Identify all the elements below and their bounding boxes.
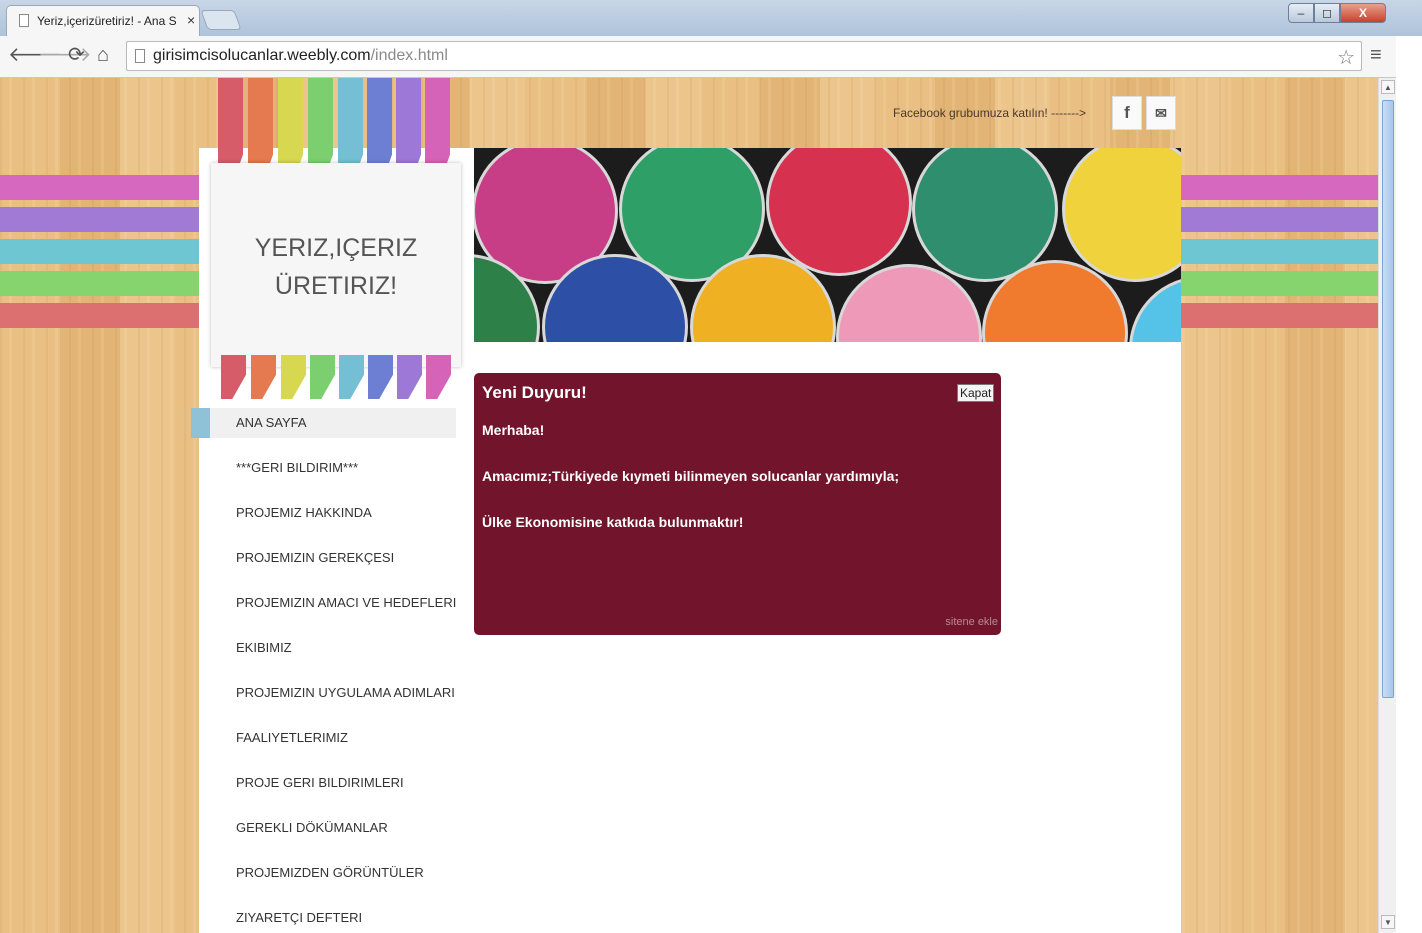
ribbon — [367, 78, 392, 176]
facebook-glyph: f — [1124, 103, 1130, 122]
nav-item-ana-sayfa[interactable]: ANA SAYFA — [191, 408, 456, 438]
site-title-line2: ÜRETIRIZ! — [274, 272, 398, 300]
nav-item-amaci-ve-hedefleri[interactable]: PROJEMIZIN AMACI VE HEDEFLERI — [199, 588, 456, 618]
window-edge — [1396, 36, 1422, 933]
new-tab-button[interactable] — [200, 10, 242, 30]
bookmark-star-icon[interactable]: ☆ — [1337, 45, 1355, 70]
scroll-up-arrow[interactable]: ▲ — [1381, 80, 1395, 94]
nav-item-label: PROJEMIZIN AMACI VE HEDEFLERI — [236, 595, 457, 610]
ribbon — [308, 78, 333, 176]
announcement-title: Yeni Duyuru! — [482, 383, 587, 402]
browser-tab[interactable]: Yeriz,içerizüretiriz! - Ana S × — [6, 5, 200, 36]
window-controls: – ◻ X — [1288, 3, 1386, 23]
nav-item-proje-geri-bildirimleri[interactable]: PROJE GERI BILDIRIMLERI — [199, 768, 456, 798]
tab-close-icon[interactable]: × — [187, 13, 195, 27]
nav-item-gerekli-dokumanlar[interactable]: GEREKLI DÖKÜMANLAR — [199, 813, 456, 843]
home-icon[interactable]: ⌂ — [97, 44, 109, 66]
announcement-box: Yeni Duyuru! Kapat Merhaba! Amacımız;Tür… — [474, 373, 1001, 635]
nav-item-projemiz-hakkinda[interactable]: PROJEMIZ HAKKINDA — [199, 498, 456, 528]
browser-toolbar: 🡐 🡒 ⟳ ⌂ girisimcisolucanlar.weebly.com/i… — [0, 36, 1422, 78]
site-title-line1: YERIZ,IÇERIZ — [254, 234, 418, 262]
paint-pot — [1129, 276, 1181, 342]
ribbon — [278, 78, 303, 176]
nav-item-geri-bildirim[interactable]: ***GERI BILDIRIM*** — [199, 453, 456, 483]
nav-item-ziyaretci-defteri[interactable]: ZIYARETÇI DEFTERI — [199, 903, 456, 933]
tab-title: Yeriz,içerizüretiriz! - Ana S — [37, 14, 177, 28]
reload-icon[interactable]: ⟳ — [68, 44, 85, 66]
site-container: YERIZ,IÇERIZ ÜRETIRIZ! ANA SAYFA ***GERI… — [191, 78, 1181, 933]
mail-icon[interactable]: ✉ — [1146, 96, 1176, 130]
nav-item-label: ZIYARETÇI DEFTERI — [236, 910, 363, 925]
mail-glyph: ✉ — [1155, 105, 1167, 121]
close-window-button[interactable]: X — [1340, 3, 1386, 23]
paint-pot — [766, 148, 912, 276]
minimize-button[interactable]: – — [1288, 3, 1314, 23]
chrome-menu-icon[interactable]: ≡ — [1370, 44, 1382, 67]
scrollbar-thumb[interactable] — [1382, 100, 1394, 698]
nav-item-label: PROJEMIZ HAKKINDA — [236, 505, 372, 520]
ribbon — [425, 78, 450, 176]
nav-item-label: PROJEMIZIN UYGULAMA ADIMLARI — [236, 685, 455, 700]
nav-item-label: FAALIYETLERIMIZ — [236, 730, 348, 745]
header-image-paint-pots — [474, 148, 1181, 342]
announcement-footer-link[interactable]: sitene ekle — [945, 616, 998, 628]
maximize-button[interactable]: ◻ — [1314, 3, 1340, 23]
ribbon — [248, 78, 273, 176]
ribbon — [281, 355, 306, 399]
ribbon — [368, 355, 393, 399]
url-host: girisimcisolucanlar.weebly.com — [153, 47, 371, 64]
facebook-group-prompt: Facebook grubumuza katılın! -------> — [893, 106, 1087, 120]
ribbon — [426, 355, 451, 399]
nav-item-projemizin-gerekcesi[interactable]: PROJEMIZIN GEREKÇESI — [199, 543, 456, 573]
nav-item-label: EKIBIMIZ — [236, 640, 292, 655]
scroll-down-arrow[interactable]: ▼ — [1381, 915, 1395, 929]
site-title[interactable]: YERIZ,IÇERIZ ÜRETIRIZ! — [211, 229, 461, 305]
announcement-text: Amacımız;Türkiyede kıymeti bilinmeyen so… — [482, 468, 900, 484]
ribbon — [251, 355, 276, 399]
vertical-scrollbar[interactable]: ▲ ▼ — [1378, 78, 1396, 933]
nav-item-projemizden-goruntuler[interactable]: PROJEMIZDEN GÖRÜNTÜLER — [199, 858, 456, 888]
nav-item-uygulama-adimlari[interactable]: PROJEMIZIN UYGULAMA ADIMLARI — [199, 678, 456, 708]
page-icon — [135, 49, 145, 63]
ribbon — [338, 78, 363, 176]
ribbon — [310, 355, 335, 399]
facebook-icon[interactable]: f — [1112, 96, 1142, 130]
ribbon — [218, 78, 243, 176]
announcement-text: Ülke Ekonomisine katkıda bulunmaktır! — [482, 514, 744, 530]
nav-item-label: GEREKLI DÖKÜMANLAR — [236, 820, 388, 835]
ribbon — [396, 78, 421, 176]
page-icon — [19, 14, 29, 27]
nav-item-label: ***GERI BILDIRIM*** — [236, 460, 359, 475]
nav-item-label: PROJEMIZIN GEREKÇESI — [236, 550, 395, 565]
ribbon — [221, 355, 246, 399]
url-text: girisimcisolucanlar.weebly.com/index.htm… — [153, 47, 448, 65]
page-viewport: Facebook grubumuza katılın! -------> f ✉ — [0, 78, 1378, 933]
browser-titlebar: Yeriz,içerizüretiriz! - Ana S × – ◻ X — [0, 0, 1422, 36]
announcement-greeting: Merhaba! — [482, 422, 545, 438]
nav-item-faaliyetlerimiz[interactable]: FAALIYETLERIMIZ — [199, 723, 456, 753]
site-logo-card[interactable]: YERIZ,IÇERIZ ÜRETIRIZ! — [211, 163, 461, 367]
ribbon — [397, 355, 422, 399]
nav-item-label: ANA SAYFA — [236, 415, 307, 430]
active-indicator — [191, 408, 210, 438]
ribbon — [339, 355, 364, 399]
nav-item-ekibimiz[interactable]: EKIBIMIZ — [199, 633, 456, 663]
address-bar[interactable]: girisimcisolucanlar.weebly.com/index.htm… — [126, 41, 1362, 71]
paint-pot — [1062, 148, 1181, 282]
announcement-close-button[interactable]: Kapat — [957, 384, 995, 402]
url-path: /index.html — [370, 47, 448, 64]
nav-item-label: PROJE GERI BILDIRIMLERI — [236, 775, 404, 790]
nav-item-label: PROJEMIZDEN GÖRÜNTÜLER — [236, 865, 424, 880]
